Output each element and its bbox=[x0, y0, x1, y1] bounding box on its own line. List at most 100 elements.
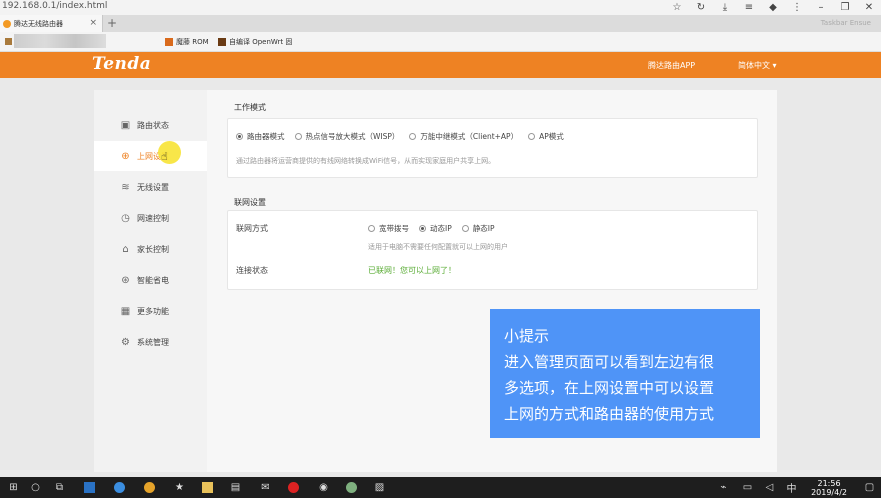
address-text[interactable]: 192.168.0.1/index.html bbox=[2, 1, 107, 11]
radio-icon bbox=[294, 133, 302, 140]
mail-icon[interactable]: ✉ bbox=[258, 480, 273, 495]
mode-wisp[interactable]: 热点信号放大模式（WISP） bbox=[294, 131, 399, 142]
sidebar-item-parental[interactable]: ⌂ 家长控制 bbox=[94, 234, 207, 264]
connection-method-label: 联网方式 bbox=[236, 224, 268, 233]
search-icon[interactable]: ○ bbox=[28, 480, 43, 495]
tip-line: 进入管理页面可以看到左边有很 bbox=[504, 353, 715, 371]
pointer-hand-icon: ☝ bbox=[161, 150, 168, 163]
speed-icon: ◷ bbox=[121, 212, 130, 224]
refresh-icon[interactable]: ↻ bbox=[689, 0, 713, 15]
star-icon[interactable]: ☆ bbox=[665, 0, 689, 15]
photos-icon[interactable]: ▨ bbox=[372, 480, 387, 495]
globe-icon: ⊕ bbox=[121, 150, 130, 162]
network-icon[interactable]: ▭ bbox=[740, 480, 755, 495]
extension-icon[interactable]: ◆ bbox=[761, 0, 785, 15]
chevron-down-icon: ▾ bbox=[770, 61, 777, 70]
bookmark-icon bbox=[218, 38, 226, 46]
radio-icon bbox=[368, 225, 375, 232]
bookmark-rom[interactable]: 魔藤 ROM bbox=[165, 37, 209, 47]
blurred-bookmarks bbox=[14, 34, 106, 48]
radio-icon bbox=[528, 133, 536, 140]
app-header: Tenda 腾达路由APP 简体中文 ▾ bbox=[0, 52, 881, 78]
sidebar-item-internet[interactable]: ⊕ 上网设置 bbox=[94, 141, 207, 171]
connection-method-hint: 适用于电脑不需要任何配置就可以上网的用户 bbox=[368, 243, 508, 251]
tip-line: 上网的方式和路由器的使用方式 bbox=[504, 405, 715, 423]
browser-controls: ☆ ↻ ⤓ ≡ ◆ ⋮ – ❐ ✕ bbox=[665, 0, 881, 15]
new-tab-button[interactable]: + bbox=[107, 16, 117, 30]
clock-date: 2019/4/2 bbox=[811, 488, 847, 497]
sidebar: ▣ 路由状态 ⊕ 上网设置 ≋ 无线设置 ◷ 网速控制 ⌂ 家长控制 ⊛ 智能省电 ▦ 更多功… bbox=[94, 90, 207, 472]
method-static[interactable]: 静态IP bbox=[461, 223, 495, 234]
ime-icon[interactable]: 中 bbox=[784, 480, 799, 495]
mode-ap[interactable]: AP模式 bbox=[528, 131, 564, 142]
bookmark-openwrt[interactable]: 自编译 OpenWrt 固 bbox=[218, 37, 292, 47]
menu-icon[interactable]: ≡ bbox=[737, 0, 761, 15]
sidebar-item-wireless[interactable]: ≋ 无线设置 bbox=[94, 172, 207, 202]
download-icon[interactable]: ⤓ bbox=[713, 0, 737, 15]
work-mode-card: 路由器模式 热点信号放大模式（WISP） 万能中继模式（Client+AP） A… bbox=[227, 118, 758, 178]
grid-icon: ▦ bbox=[120, 305, 131, 317]
power-icon: ⊛ bbox=[121, 274, 130, 286]
bookmarks-bar: 魔藤 ROM 自编译 OpenWrt 固 bbox=[0, 32, 881, 52]
taskbar-clock[interactable]: 21:56 2019/4/2 bbox=[811, 479, 847, 497]
clock-time: 21:56 bbox=[817, 479, 841, 488]
method-pppoe[interactable]: 宽带拨号 bbox=[368, 223, 409, 234]
star-app-icon[interactable]: ★ bbox=[172, 480, 187, 495]
camera-icon[interactable]: ◉ bbox=[316, 480, 331, 495]
tray-icon[interactable]: ⌁ bbox=[716, 480, 731, 495]
app-download-link[interactable]: 腾达路由APP bbox=[648, 60, 695, 71]
connection-status-value: 已联网！您可以上网了！ bbox=[368, 266, 456, 275]
tab-bar: 腾达无线路由器 × + Taskbar Ensue bbox=[0, 15, 881, 32]
work-mode-title: 工作模式 bbox=[234, 103, 266, 112]
volume-icon[interactable]: ◁ bbox=[762, 480, 777, 495]
sidebar-item-more[interactable]: ▦ 更多功能 bbox=[94, 296, 207, 326]
radio-icon bbox=[236, 133, 243, 140]
work-mode-description: 通过路由器将运营商提供的有线网络转换成WiFi信号，从而实现家庭用户共享上网。 bbox=[236, 157, 496, 165]
language-select[interactable]: 简体中文 ▾ bbox=[738, 60, 777, 71]
bookmark-folder-icon[interactable] bbox=[5, 38, 12, 45]
store-icon[interactable]: ▤ bbox=[228, 480, 243, 495]
app-icon[interactable] bbox=[112, 480, 127, 495]
radio-icon bbox=[461, 225, 469, 232]
notification-icon[interactable]: ▢ bbox=[862, 480, 877, 495]
more-icon[interactable]: ⋮ bbox=[785, 0, 809, 15]
minimize-icon[interactable]: – bbox=[809, 0, 833, 15]
tip-line: 多选项，在上网设置中可以设置 bbox=[504, 379, 715, 397]
work-mode-options: 路由器模式 热点信号放大模式（WISP） 万能中继模式（Client+AP） A… bbox=[236, 131, 574, 142]
mode-router[interactable]: 路由器模式 bbox=[236, 131, 285, 142]
radio-icon bbox=[419, 225, 426, 232]
windows-start-icon[interactable]: ⊞ bbox=[6, 480, 21, 495]
sidebar-item-system[interactable]: ⚙ 系统管理 bbox=[94, 327, 207, 357]
home-icon: ⌂ bbox=[122, 243, 129, 255]
radio-icon bbox=[409, 133, 417, 140]
close-icon[interactable]: ✕ bbox=[857, 0, 881, 15]
tab-title: 腾达无线路由器 bbox=[14, 19, 63, 28]
status-icon: ▣ bbox=[120, 119, 131, 131]
tab-close-icon[interactable]: × bbox=[89, 18, 97, 28]
browser-icon[interactable] bbox=[142, 480, 157, 495]
sidebar-item-power[interactable]: ⊛ 智能省电 bbox=[94, 265, 207, 295]
internet-settings-title: 联网设置 bbox=[234, 198, 266, 207]
windows-taskbar: ⊞ ○ ⧉ ★ ▤ ✉ ◉ ▨ ⌁ ▭ ◁ 中 21:56 2019/4/2 ▢ bbox=[0, 477, 881, 498]
mode-client-ap[interactable]: 万能中继模式（Client+AP） bbox=[409, 131, 518, 142]
bookmark-icon bbox=[165, 38, 173, 46]
browser-address-bar: 192.168.0.1/index.html ☆ ↻ ⤓ ≡ ◆ ⋮ – ❐ ✕ bbox=[0, 0, 881, 15]
tenda-favicon-icon bbox=[3, 19, 11, 28]
restore-icon[interactable]: ❐ bbox=[833, 0, 857, 15]
wifi-icon: ≋ bbox=[121, 181, 130, 193]
app-icon[interactable] bbox=[82, 480, 97, 495]
gear-icon: ⚙ bbox=[121, 336, 130, 348]
connection-status-label: 连接状态 bbox=[236, 266, 268, 275]
tip-box: 小提示 进入管理页面可以看到左边有很 多选项，在上网设置中可以设置 上网的方式和… bbox=[490, 309, 760, 438]
tenda-logo: Tenda bbox=[92, 54, 152, 74]
record-icon[interactable] bbox=[286, 480, 301, 495]
task-view-icon[interactable]: ⧉ bbox=[52, 480, 67, 495]
sidebar-item-status[interactable]: ▣ 路由状态 bbox=[94, 110, 207, 140]
tabbar-label: Taskbar Ensue bbox=[820, 19, 871, 27]
app-icon[interactable] bbox=[344, 480, 359, 495]
tip-title: 小提示 bbox=[504, 327, 550, 345]
sidebar-item-speed[interactable]: ◷ 网速控制 bbox=[94, 203, 207, 233]
folder-icon[interactable] bbox=[200, 480, 215, 495]
tab-router[interactable]: 腾达无线路由器 × bbox=[0, 15, 103, 32]
method-dhcp[interactable]: 动态IP bbox=[419, 223, 452, 234]
